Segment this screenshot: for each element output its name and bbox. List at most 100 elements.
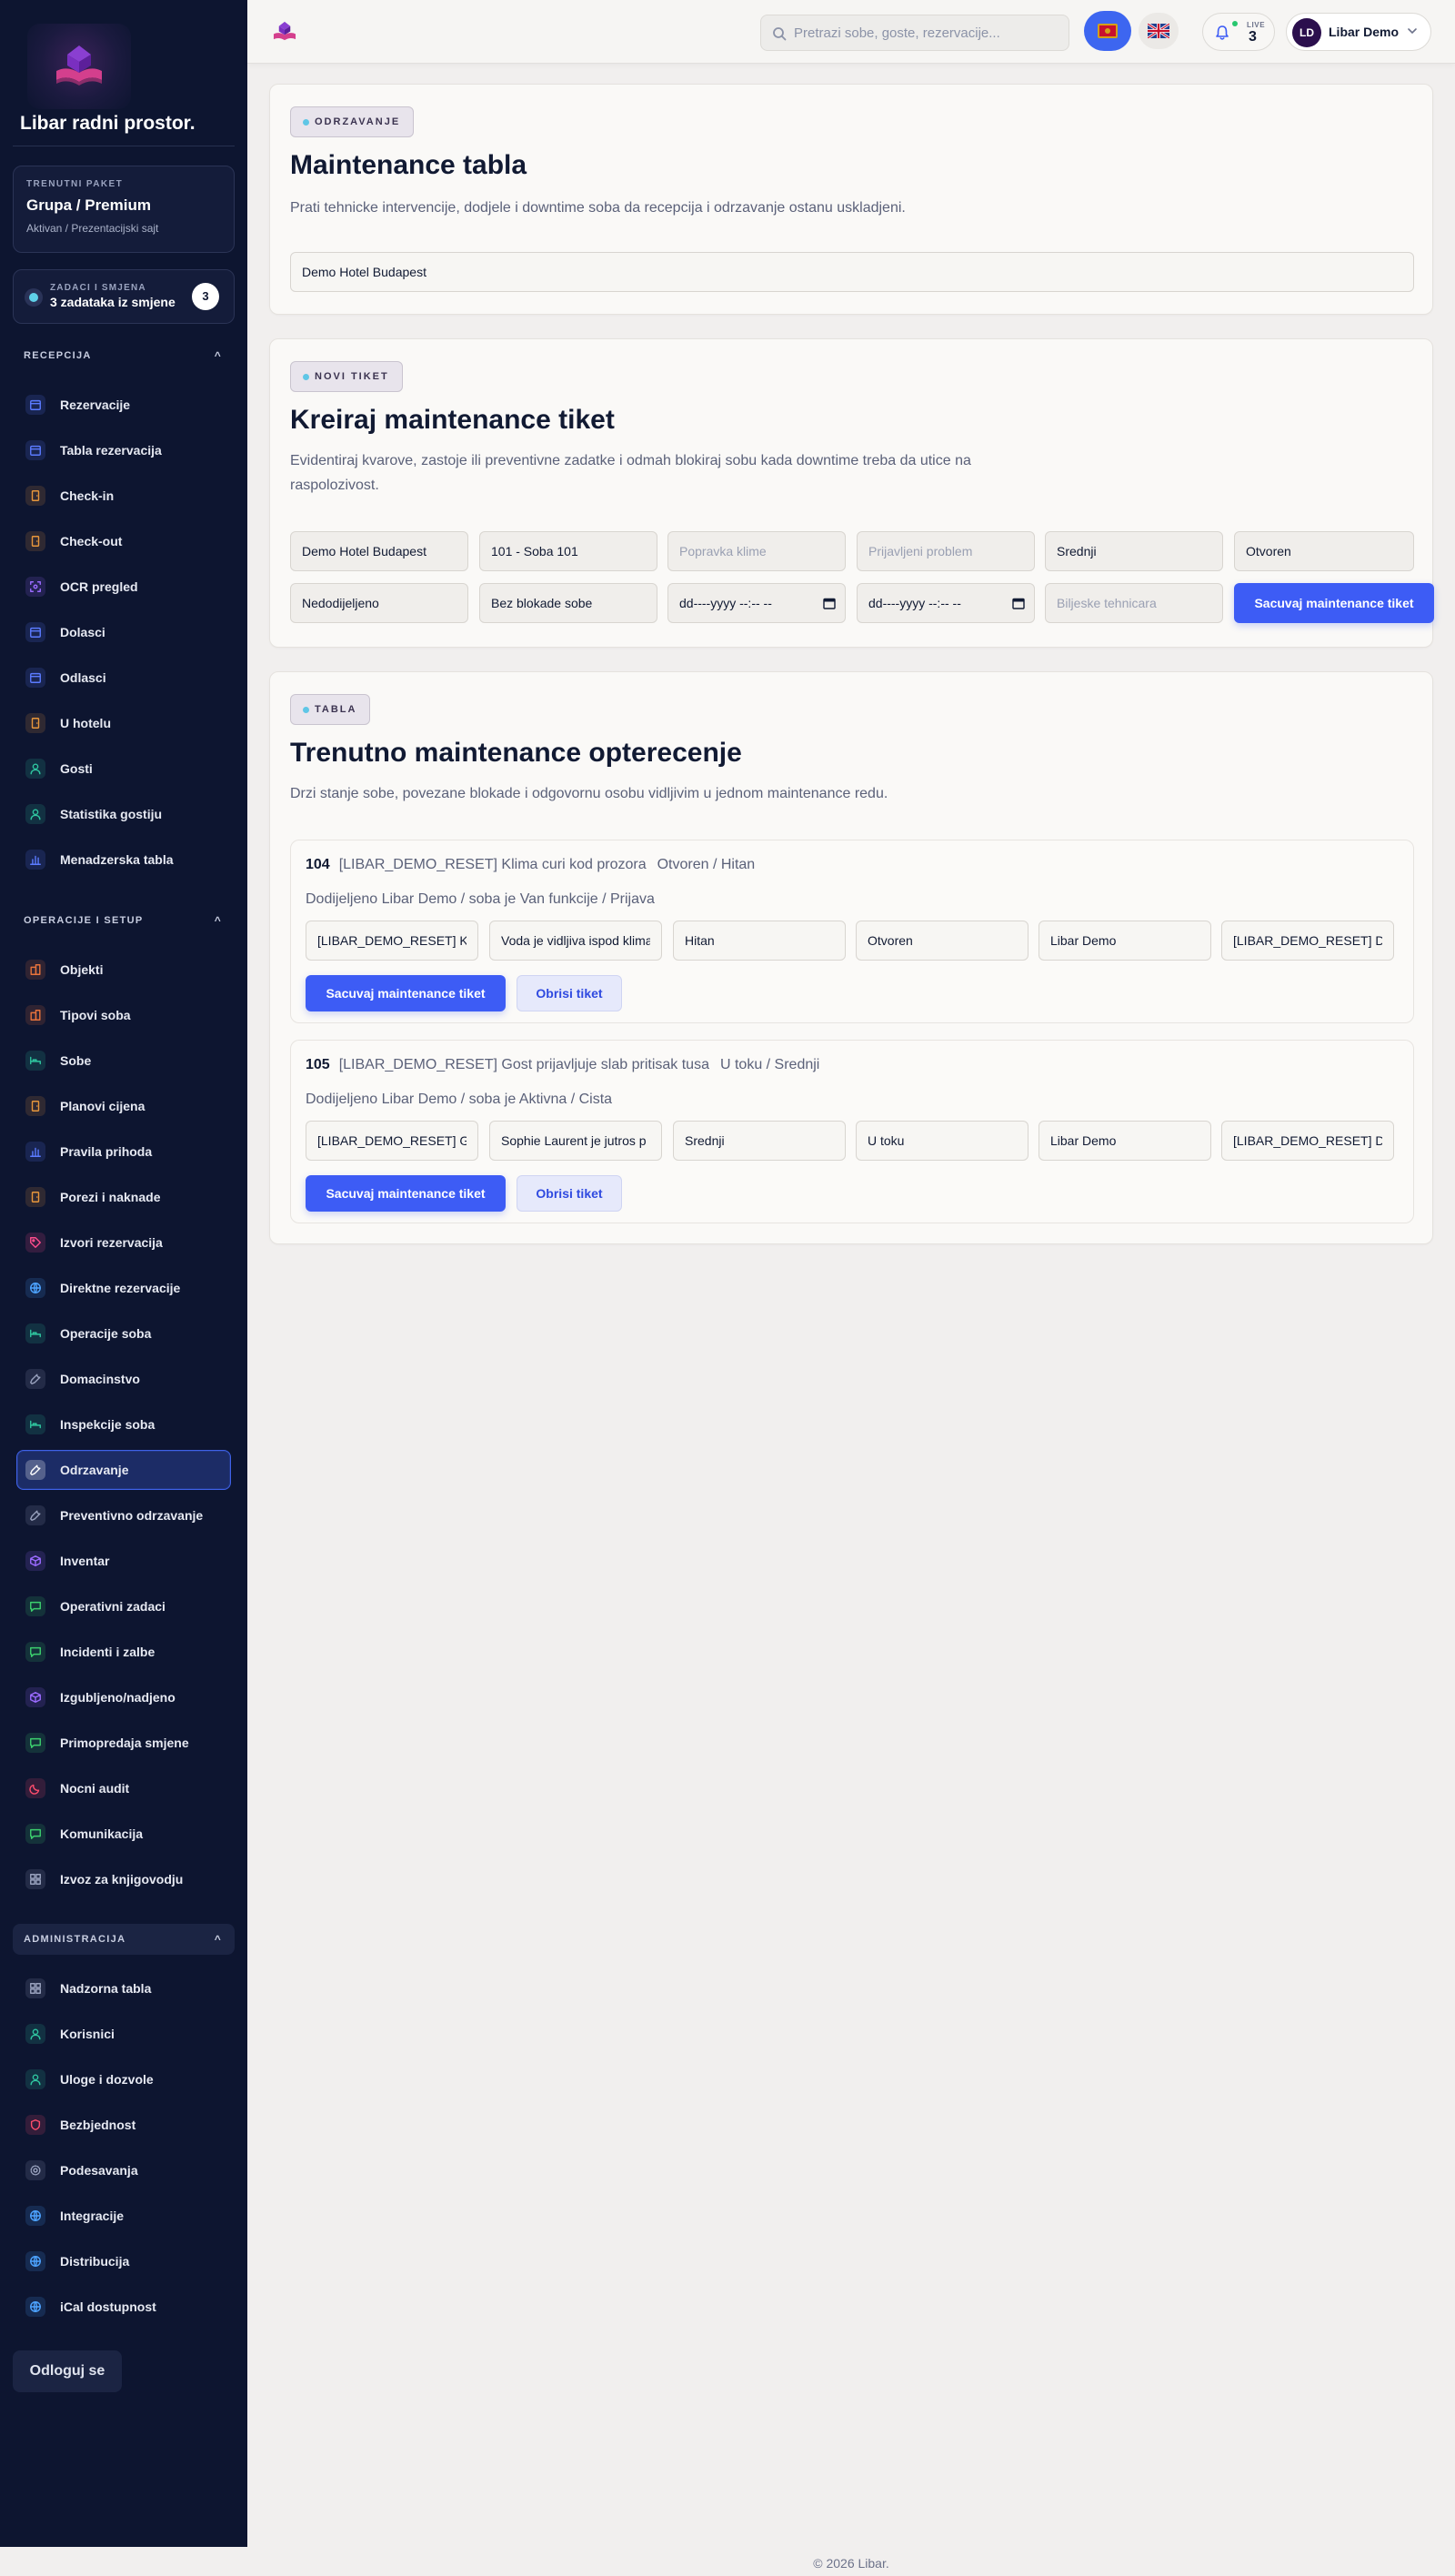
sidebar-item-korisnici[interactable]: Korisnici [16, 2014, 231, 2054]
sidebar-item-check-in[interactable]: Check-in [16, 476, 231, 516]
user-icon [25, 2069, 45, 2089]
ticket-notes-field[interactable] [1221, 1121, 1394, 1161]
english-language-button[interactable] [1139, 13, 1179, 49]
property-select[interactable] [290, 531, 468, 571]
end-datetime-input[interactable]: dd----yyyy --:-- -- [857, 583, 1035, 623]
sidebar-item-inspekcije-soba[interactable]: Inspekcije soba [16, 1404, 231, 1444]
wrench-icon [25, 1505, 45, 1525]
calendar-icon[interactable] [823, 597, 836, 609]
sidebar-item-statistika-gostiju[interactable]: Statistika gostiju [16, 794, 231, 834]
sidebar-item-inventar[interactable]: Inventar [16, 1541, 231, 1581]
moon-icon [25, 1778, 45, 1798]
sidebar-item-izvori-rezervacija[interactable]: Izvori rezervacija [16, 1223, 231, 1263]
sidebar-item-incidenti-i-zalbe[interactable]: Incidenti i zalbe [16, 1632, 231, 1672]
sidebar-item-bezbjednost[interactable]: Bezbjednost [16, 2105, 231, 2145]
problem-input[interactable] [857, 531, 1035, 571]
ticket-priority-field[interactable] [673, 1121, 846, 1161]
section-header-administration[interactable]: ADMINISTRACIJA ^ [13, 1924, 235, 1955]
sidebar-item-pravila-prihoda[interactable]: Pravila prihoda [16, 1132, 231, 1172]
sidebar-item-objekti[interactable]: Objekti [16, 950, 231, 990]
ticket-status-field[interactable] [856, 1121, 1029, 1161]
sidebar-item-rezervacije[interactable]: Rezervacije [16, 385, 231, 425]
sidebar-item-tipovi-soba[interactable]: Tipovi soba [16, 995, 231, 1035]
bell-icon [1216, 25, 1229, 40]
ticket-title-field[interactable] [306, 921, 478, 961]
sidebar-item-podesavanja[interactable]: Podesavanja [16, 2150, 231, 2190]
sidebar-item-planovi-cijena[interactable]: Planovi cijena [16, 1086, 231, 1126]
wrench-icon [25, 1460, 45, 1480]
sidebar-item-label: Tabla rezervacija [60, 443, 162, 458]
ticket-problem-field[interactable] [489, 1121, 662, 1161]
room-block-select[interactable] [479, 583, 657, 623]
collapse-caret-icon: ^ [214, 349, 222, 362]
sidebar-item-izgubljeno-nadjeno[interactable]: Izgubljeno/nadjeno [16, 1677, 231, 1717]
sidebar-item-uloge-i-dozvole[interactable]: Uloge i dozvole [16, 2059, 231, 2099]
ticket-priority-field[interactable] [673, 921, 846, 961]
sidebar-item-preventivno-odrzavanje[interactable]: Preventivno odrzavanje [16, 1495, 231, 1535]
section-header-operations[interactable]: OPERACIJE I SETUP ^ [13, 905, 235, 936]
start-datetime-input[interactable]: dd----yyyy --:-- -- [667, 583, 846, 623]
user-menu[interactable]: LD Libar Demo [1286, 13, 1431, 51]
calendar-icon[interactable] [1012, 597, 1025, 609]
save-ticket-button[interactable]: Sacuvaj maintenance tiket [1234, 583, 1434, 623]
sidebar-item-menadzerska-tabla[interactable]: Menadzerska tabla [16, 840, 231, 880]
ticket-title-input[interactable] [667, 531, 846, 571]
tag-icon [25, 1233, 45, 1253]
sidebar-item-domacinstvo[interactable]: Domacinstvo [16, 1359, 231, 1399]
room-select[interactable] [479, 531, 657, 571]
delete-ticket-button[interactable]: Obrisi tiket [517, 1175, 622, 1212]
book-logo-icon[interactable] [271, 20, 298, 44]
sidebar-item-primopredaja-smjene[interactable]: Primopredaja smjene [16, 1723, 231, 1763]
grid-icon [25, 1978, 45, 1998]
save-ticket-button[interactable]: Sacuvaj maintenance tiket [306, 1175, 506, 1212]
priority-select[interactable] [1045, 531, 1223, 571]
property-select[interactable] [290, 252, 1414, 292]
sidebar-item-gosti[interactable]: Gosti [16, 749, 231, 789]
sidebar-item-operativni-zadaci[interactable]: Operativni zadaci [16, 1586, 231, 1626]
ticket-status-field[interactable] [856, 921, 1029, 961]
section-header-reception[interactable]: RECEPCIJA ^ [13, 340, 235, 371]
ticket-assignee-field[interactable] [1039, 1121, 1211, 1161]
sidebar-item-nocni-audit[interactable]: Nocni audit [16, 1768, 231, 1808]
sidebar-item-label: Komunikacija [60, 1826, 144, 1841]
sidebar-item-sobe[interactable]: Sobe [16, 1041, 231, 1081]
ticket-card: 104 [LIBAR_DEMO_RESET] Klima curi kod pro… [290, 840, 1414, 1023]
sidebar-item-direktne-rezervacije[interactable]: Direktne rezervacije [16, 1268, 231, 1308]
brand-logo[interactable] [27, 24, 131, 109]
sidebar-item-komunikacija[interactable]: Komunikacija [16, 1814, 231, 1854]
ticket-notes-field[interactable] [1221, 921, 1394, 961]
status-select[interactable] [1234, 531, 1414, 571]
sidebar-item-nadzorna-tabla[interactable]: Nadzorna tabla [16, 1968, 231, 2008]
sidebar-item-ocr-pregled[interactable]: OCR pregled [16, 567, 231, 607]
sidebar-item-izvoz-za-knjigovodju[interactable]: Izvoz za knjigovodju [16, 1859, 231, 1899]
ticket-assignee-field[interactable] [1039, 921, 1211, 961]
shift-tasks-card[interactable]: ZADACI I SMJENA 3 zadataka iz smjene 3 [13, 269, 235, 324]
sidebar-item-odlasci[interactable]: Odlasci [16, 658, 231, 698]
sidebar-item-u-hotelu[interactable]: U hotelu [16, 703, 231, 743]
sidebar-item-odrzavanje[interactable]: Odrzavanje [16, 1450, 231, 1490]
sidebar-item-operacije-soba[interactable]: Operacije soba [16, 1313, 231, 1353]
door-icon [25, 713, 45, 733]
ticket-title-field[interactable] [306, 1121, 478, 1161]
delete-ticket-button[interactable]: Obrisi tiket [517, 975, 622, 1011]
live-label: LIVE [1247, 21, 1266, 29]
ticket-status-line: Otvoren / Hitan [657, 857, 756, 872]
technician-notes-input[interactable] [1045, 583, 1223, 623]
section-badge: NOVI TIKET [290, 361, 403, 392]
montenegro-flag-button[interactable] [1084, 11, 1131, 51]
sidebar-item-integracije[interactable]: Integracije [16, 2196, 231, 2236]
assignee-select[interactable] [290, 583, 468, 623]
sidebar-item-check-out[interactable]: Check-out [16, 521, 231, 561]
sidebar-item-dolasci[interactable]: Dolasci [16, 612, 231, 652]
search-input[interactable] [794, 15, 1058, 50]
save-ticket-button[interactable]: Sacuvaj maintenance tiket [306, 975, 506, 1011]
sidebar-item-porezi-i-naknade[interactable]: Porezi i naknade [16, 1177, 231, 1217]
door-icon [25, 486, 45, 506]
logout-button[interactable]: Odloguj se [13, 2350, 122, 2392]
notifications-button[interactable]: LIVE 3 [1202, 13, 1275, 51]
sidebar-item-distribucija[interactable]: Distribucija [16, 2241, 231, 2281]
sidebar-item-label: Operativni zadaci [60, 1599, 166, 1614]
sidebar-item-ical-dostupnost[interactable]: iCal dostupnost [16, 2287, 231, 2327]
sidebar-item-tabla-rezervacija[interactable]: Tabla rezervacija [16, 430, 231, 470]
ticket-problem-field[interactable] [489, 921, 662, 961]
